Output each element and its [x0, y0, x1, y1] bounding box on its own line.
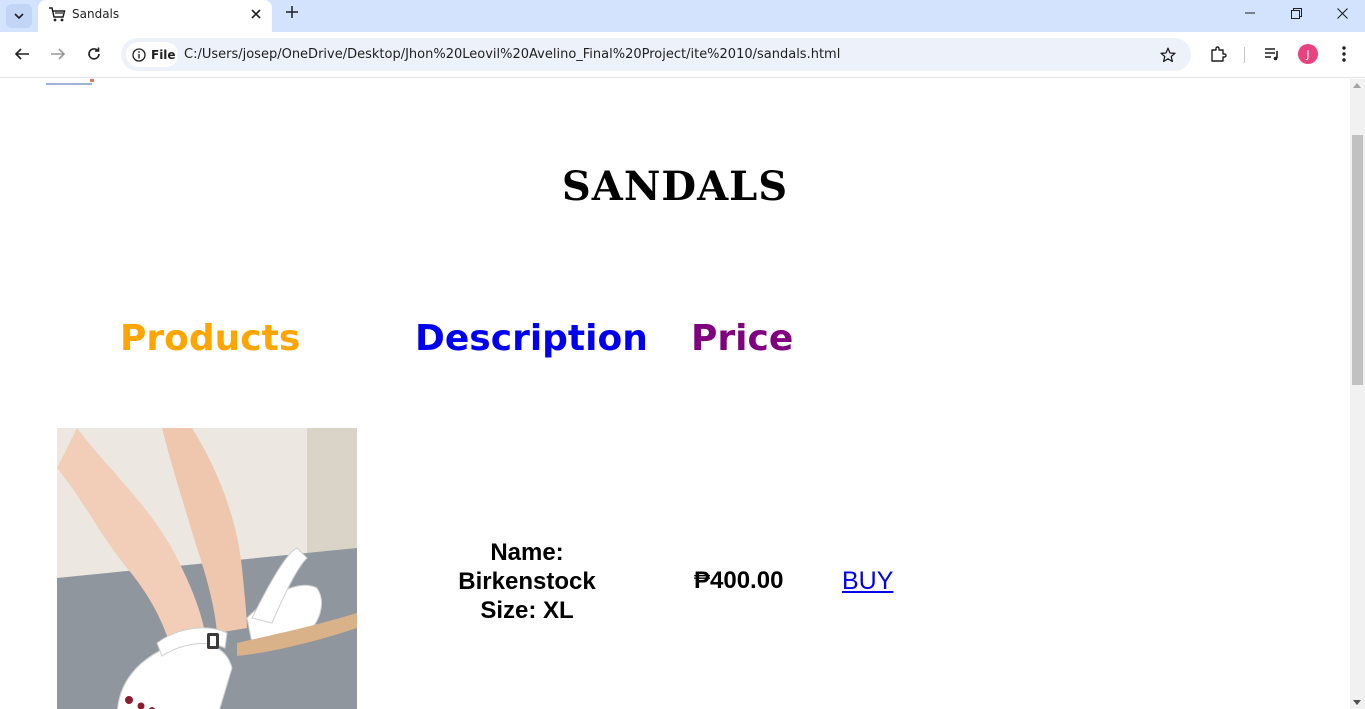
restore-icon	[1290, 7, 1302, 19]
buy-link[interactable]: BUY	[842, 567, 893, 596]
new-tab-button[interactable]	[282, 2, 302, 22]
reload-button[interactable]	[80, 40, 108, 68]
close-icon	[1336, 7, 1348, 19]
price-header: Price	[691, 318, 794, 359]
tab-search-button[interactable]	[6, 4, 32, 28]
star-icon	[1160, 47, 1176, 63]
address-bar[interactable]: File C:/Users/josep/OneDrive/Desktop/Jho…	[121, 38, 1191, 71]
tab-title: Sandals	[72, 7, 120, 21]
white-sandal-photo-icon	[57, 428, 357, 709]
product-image	[57, 428, 357, 709]
puzzle-icon	[1211, 46, 1227, 62]
bookmark-button[interactable]	[1157, 44, 1179, 66]
site-logo	[46, 79, 94, 85]
page-viewport: SANDALS Products Description Price Name:…	[0, 79, 1350, 709]
product-price: ₱400.00	[694, 567, 784, 594]
info-icon	[132, 47, 146, 62]
product-name-value: Birkenstock	[458, 568, 596, 595]
close-icon	[251, 9, 261, 19]
reload-icon	[88, 47, 100, 60]
shopping-cart-icon	[49, 7, 66, 22]
close-window-button[interactable]	[1319, 0, 1365, 26]
restore-button[interactable]	[1273, 0, 1319, 26]
page-title: SANDALS	[561, 163, 789, 210]
more-vert-icon	[1342, 46, 1346, 62]
minimize-icon	[1245, 12, 1255, 14]
product-description: Name: Birkenstock Size: XL	[418, 538, 636, 625]
tab-sandals[interactable]: Sandals	[38, 0, 272, 32]
tab-strip: Sandals	[0, 0, 1365, 32]
back-button[interactable]	[8, 40, 36, 68]
toolbar-divider	[1244, 47, 1245, 63]
profile-avatar[interactable]: J	[1298, 44, 1318, 64]
product-name-label: Name:	[490, 539, 564, 566]
arrow-left-icon	[14, 48, 29, 60]
playlist-icon	[1265, 48, 1278, 61]
file-chip-label: File	[151, 47, 176, 62]
chevron-down-icon	[14, 13, 24, 20]
menu-button[interactable]	[1331, 41, 1357, 67]
page-scrollbar[interactable]	[1350, 79, 1365, 709]
scroll-up-arrow-icon[interactable]	[1353, 83, 1361, 88]
scroll-thumb[interactable]	[1352, 135, 1363, 385]
scroll-down-arrow-icon[interactable]	[1353, 700, 1361, 705]
extensions-button[interactable]	[1205, 41, 1231, 67]
browser-toolbar: File C:/Users/josep/OneDrive/Desktop/Jho…	[0, 32, 1365, 78]
arrow-right-icon	[51, 48, 66, 60]
minimize-button[interactable]	[1227, 0, 1273, 26]
media-controls-button[interactable]	[1259, 41, 1285, 67]
forward-button[interactable]	[44, 40, 72, 68]
products-header: Products	[120, 318, 301, 359]
plus-icon	[286, 6, 298, 18]
url-text[interactable]: C:/Users/josep/OneDrive/Desktop/Jhon%20L…	[184, 47, 840, 62]
description-header: Description	[415, 318, 648, 359]
product-size: Size: XL	[480, 597, 574, 624]
tab-close-button[interactable]	[246, 4, 266, 24]
